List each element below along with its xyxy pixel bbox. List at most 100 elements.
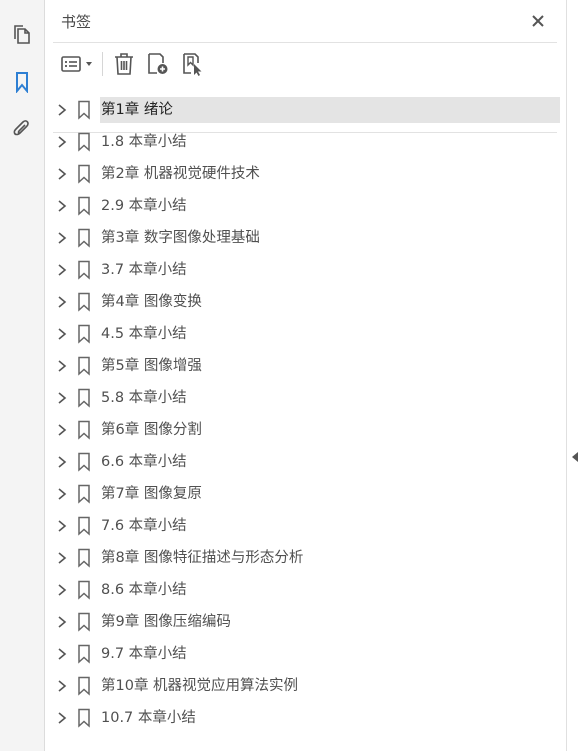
bookmark-item[interactable]: 7.6 本章小结 xyxy=(45,510,567,542)
chevron-right-icon[interactable] xyxy=(54,518,70,534)
chevron-right-icon[interactable] xyxy=(54,102,70,118)
bookmark-label: 3.7 本章小结 xyxy=(101,262,187,278)
bookmark-label: 第6章 图像分割 xyxy=(101,422,202,438)
bookmark-item[interactable]: 第4章 图像变换 xyxy=(45,286,567,318)
chevron-right-icon[interactable] xyxy=(54,230,70,246)
bookmark-selection-icon xyxy=(183,53,202,76)
bookmark-item[interactable]: 第3章 数字图像处理基础 xyxy=(45,222,567,254)
bookmark-label: 10.7 本章小结 xyxy=(101,710,196,726)
bookmark-item[interactable]: 6.6 本章小结 xyxy=(45,446,567,478)
bookmark-item[interactable]: 8.6 本章小结 xyxy=(45,574,567,606)
bookmark-list: 第1章 绪论 1.8 本章小结 第2章 机器视觉硬件技术 2.9 本章小结 第3… xyxy=(45,94,567,734)
bookmark-item[interactable]: 9.7 本章小结 xyxy=(45,638,567,670)
bookmark-icon xyxy=(76,644,92,664)
close-button[interactable] xyxy=(525,10,551,32)
attachment-icon[interactable] xyxy=(8,114,36,142)
bookmark-icon xyxy=(76,356,92,376)
chevron-right-icon[interactable] xyxy=(54,294,70,310)
bookmark-label: 4.5 本章小结 xyxy=(101,326,187,342)
options-menu-button[interactable] xyxy=(59,49,97,79)
chevron-right-icon[interactable] xyxy=(54,710,70,726)
bookmark-label: 8.6 本章小结 xyxy=(101,582,187,598)
bookmark-item[interactable]: 第10章 机器视觉应用算法实例 xyxy=(45,670,567,702)
delete-bookmark-button[interactable] xyxy=(111,49,137,79)
bookmark-icon xyxy=(76,260,92,280)
bookmark-label: 第5章 图像增强 xyxy=(101,358,202,374)
panel-title: 书签 xyxy=(61,13,92,31)
bookmark-item[interactable]: 1.8 本章小结 xyxy=(45,126,567,158)
chevron-right-icon[interactable] xyxy=(54,166,70,182)
chevron-right-icon[interactable] xyxy=(54,390,70,406)
chevron-right-icon[interactable] xyxy=(54,134,70,150)
chevron-right-icon[interactable] xyxy=(54,646,70,662)
bookmark-icon xyxy=(76,484,92,504)
bookmark-label: 第10章 机器视觉应用算法实例 xyxy=(101,678,299,694)
bookmark-item[interactable]: 第1章 绪论 xyxy=(45,94,567,126)
chevron-right-icon[interactable] xyxy=(54,582,70,598)
bookmark-icon xyxy=(76,196,92,216)
bookmarks-toolbar xyxy=(45,46,567,133)
bookmark-item[interactable]: 第5章 图像增强 xyxy=(45,350,567,382)
bookmark-icon xyxy=(76,420,92,440)
chevron-right-icon[interactable] xyxy=(54,422,70,438)
chevron-right-icon[interactable] xyxy=(54,486,70,502)
bookmark-label: 1.8 本章小结 xyxy=(101,134,187,150)
bookmark-icon xyxy=(76,516,92,536)
bookmark-item[interactable]: 10.7 本章小结 xyxy=(45,702,567,734)
bookmark-icon xyxy=(76,388,92,408)
bookmark-item[interactable]: 4.5 本章小结 xyxy=(45,318,567,350)
chevron-right-icon[interactable] xyxy=(54,614,70,630)
bookmark-label: 第1章 绪论 xyxy=(100,97,560,123)
bookmark-icon xyxy=(76,228,92,248)
bookmark-label: 5.8 本章小结 xyxy=(101,390,187,406)
left-rail xyxy=(0,0,45,751)
close-icon xyxy=(532,15,544,27)
options-menu-icon xyxy=(61,56,92,72)
bookmark-label: 第9章 图像压缩编码 xyxy=(101,614,231,630)
bookmark-selection-button[interactable] xyxy=(179,49,207,79)
bookmark-item[interactable]: 第7章 图像复原 xyxy=(45,478,567,510)
chevron-right-icon[interactable] xyxy=(54,678,70,694)
bookmark-label: 9.7 本章小结 xyxy=(101,646,187,662)
bookmark-icon xyxy=(76,548,92,568)
bookmark-item[interactable]: 3.7 本章小结 xyxy=(45,254,567,286)
collapse-arrow-icon xyxy=(572,452,578,462)
add-bookmark-button[interactable] xyxy=(144,49,172,79)
bookmark-icon xyxy=(76,324,92,344)
chevron-right-icon[interactable] xyxy=(54,326,70,342)
bookmark-label: 6.6 本章小结 xyxy=(101,454,187,470)
bookmark-item[interactable]: 第6章 图像分割 xyxy=(45,414,567,446)
bookmark-icon xyxy=(76,132,92,152)
chevron-right-icon[interactable] xyxy=(54,262,70,278)
bookmark-label: 7.6 本章小结 xyxy=(101,518,187,534)
bookmark-label: 第4章 图像变换 xyxy=(101,294,202,310)
panel-collapse-handle[interactable] xyxy=(567,0,586,751)
pages-icon[interactable] xyxy=(8,21,36,49)
add-bookmark-icon xyxy=(148,53,168,74)
bookmark-icon xyxy=(76,612,92,632)
chevron-right-icon[interactable] xyxy=(54,198,70,214)
bookmark-label: 第8章 图像特征描述与形态分析 xyxy=(101,550,304,566)
bookmark-item[interactable]: 5.8 本章小结 xyxy=(45,382,567,414)
panel-header: 书签 xyxy=(45,0,567,44)
bookmark-label: 2.9 本章小结 xyxy=(101,198,187,214)
bookmark-label: 第2章 机器视觉硬件技术 xyxy=(101,166,260,182)
bookmark-item[interactable]: 第9章 图像压缩编码 xyxy=(45,606,567,638)
trash-icon xyxy=(115,53,133,75)
bookmark-item[interactable]: 2.9 本章小结 xyxy=(45,190,567,222)
bookmark-icon xyxy=(76,292,92,312)
bookmark-label: 第7章 图像复原 xyxy=(101,486,202,502)
bookmark-icon xyxy=(76,708,92,728)
bookmark-icon xyxy=(76,164,92,184)
bookmark-icon[interactable] xyxy=(8,68,36,96)
chevron-right-icon[interactable] xyxy=(54,358,70,374)
bookmark-icon xyxy=(76,100,92,120)
bookmark-label: 第3章 数字图像处理基础 xyxy=(101,230,260,246)
bookmark-item[interactable]: 第8章 图像特征描述与形态分析 xyxy=(45,542,567,574)
bookmark-item[interactable]: 第2章 机器视觉硬件技术 xyxy=(45,158,567,190)
chevron-right-icon[interactable] xyxy=(54,550,70,566)
chevron-right-icon[interactable] xyxy=(54,454,70,470)
bookmark-icon xyxy=(76,676,92,696)
bookmark-icon xyxy=(76,452,92,472)
bookmarks-panel: 书签 第1章 绪论 1.8 本章小结 第2章 机器视觉硬件技术 2.9 本章小结… xyxy=(45,0,567,751)
